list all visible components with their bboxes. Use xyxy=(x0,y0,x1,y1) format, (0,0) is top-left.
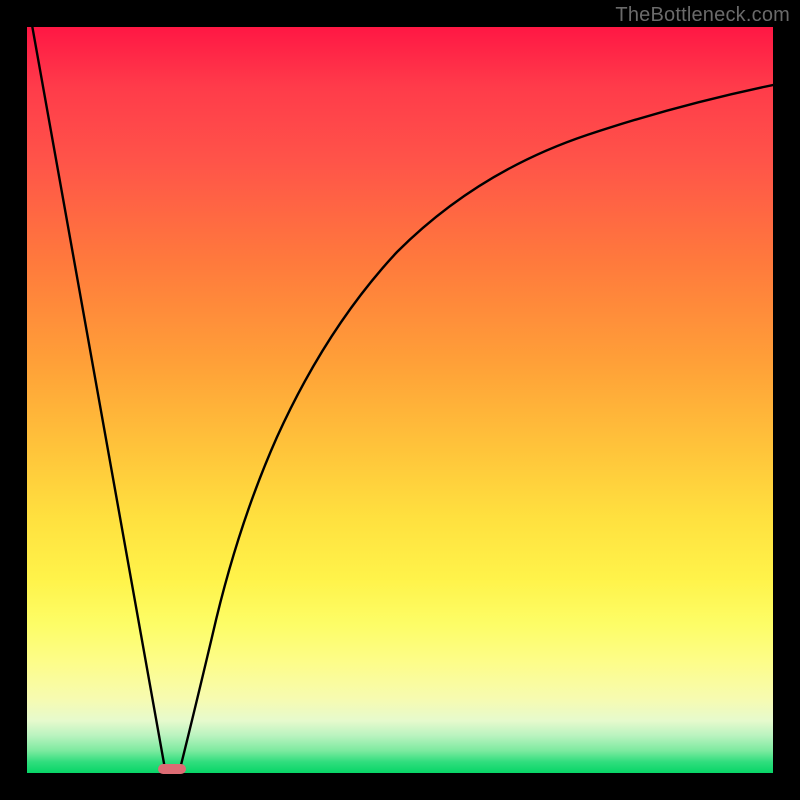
curve-lines xyxy=(27,27,773,773)
chart-frame: TheBottleneck.com xyxy=(0,0,800,800)
left-branch xyxy=(27,27,165,769)
plot-area xyxy=(27,27,773,773)
right-branch xyxy=(180,85,773,769)
attribution-text: TheBottleneck.com xyxy=(615,4,790,27)
trough-marker xyxy=(158,764,186,774)
